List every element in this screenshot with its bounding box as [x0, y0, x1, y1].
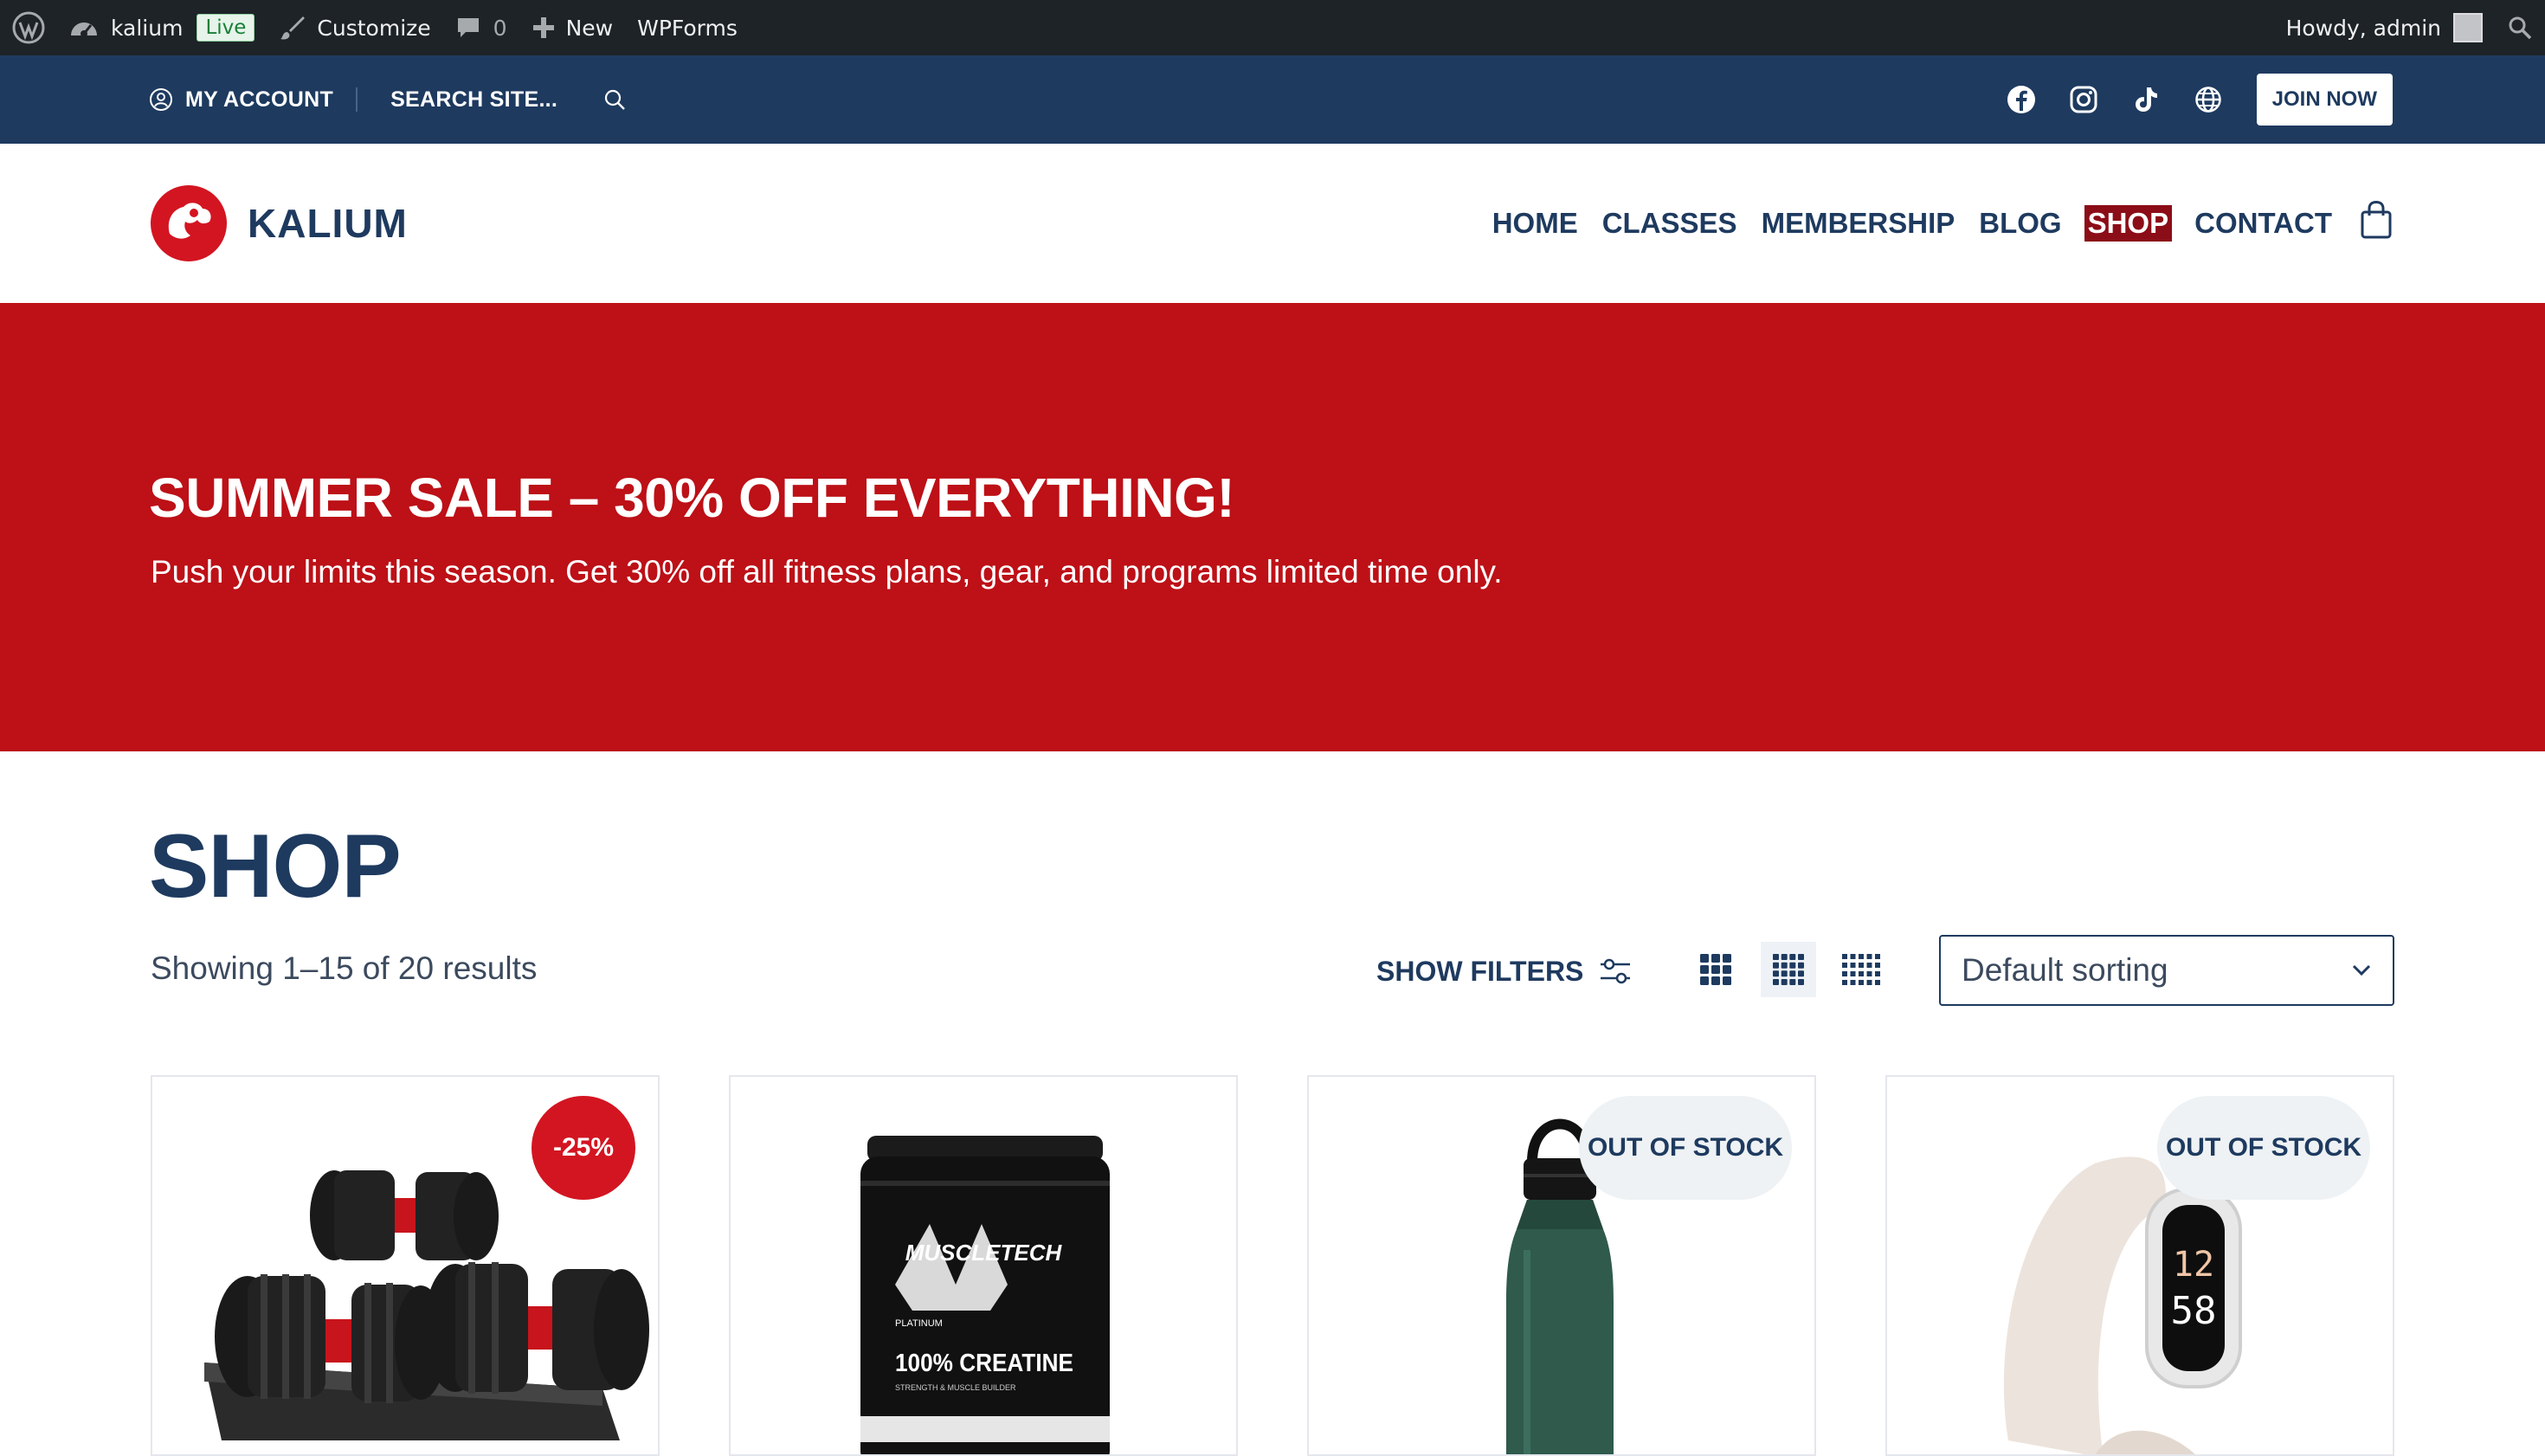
- show-filters-button[interactable]: SHOW FILTERS: [1376, 933, 1632, 1009]
- admin-bar-right: Howdy, admin: [2274, 0, 2545, 55]
- out-of-stock-badge: OUT OF STOCK: [1579, 1096, 1792, 1200]
- comments-count: 0: [493, 15, 507, 41]
- brand-name: MUSCLETECH: [905, 1240, 1063, 1266]
- nav-contact[interactable]: CONTACT: [2193, 205, 2334, 242]
- wpforms-menu[interactable]: WPForms: [625, 0, 750, 55]
- comment-icon: [457, 18, 479, 37]
- grid-4-columns-icon[interactable]: [1761, 942, 1816, 997]
- wp-admin-bar: kalium Live Customize 0 New WPForms Howd…: [0, 0, 2545, 55]
- howdy-text: Howdy, admin: [2285, 15, 2441, 41]
- tagline: STRENGTH & MUSCLE BUILDER: [895, 1383, 1016, 1392]
- my-account-menu[interactable]: Howdy, admin: [2274, 0, 2495, 55]
- customize-link[interactable]: Customize: [267, 0, 442, 55]
- main-nav: HOME CLASSES MEMBERSHIP BLOG SHOP CONTAC…: [1470, 144, 2393, 303]
- creatine-tub-image: MUSCLETECH PLATINUM 100% CREATINE STRENG…: [860, 1136, 1110, 1454]
- top-bar-left: MY ACCOUNT SEARCH SITE...: [149, 55, 627, 144]
- search-icon[interactable]: [602, 87, 627, 112]
- grid-3-columns-icon[interactable]: [1688, 942, 1743, 997]
- plus-icon: [532, 17, 554, 38]
- live-badge: Live: [197, 14, 255, 42]
- new-content-menu[interactable]: New: [519, 0, 626, 55]
- customize-label: Customize: [317, 15, 431, 41]
- nav-membership[interactable]: MEMBERSHIP: [1760, 205, 1957, 242]
- shopping-bag-icon[interactable]: [2360, 200, 2393, 247]
- tier-label: PLATINUM: [895, 1318, 943, 1329]
- search-icon: [2509, 16, 2532, 40]
- new-label: New: [565, 15, 614, 41]
- product-card[interactable]: 12 58 OUT OF STOCK: [1885, 1075, 2394, 1456]
- tracker-minutes: 58: [2171, 1289, 2217, 1333]
- top-bar-right: JOIN NOW: [1976, 55, 2393, 144]
- search-input[interactable]: SEARCH SITE...: [390, 87, 557, 113]
- site-logo[interactable]: KALIUM: [149, 184, 408, 263]
- top-bar: MY ACCOUNT SEARCH SITE... JOIN NOW: [0, 55, 2545, 144]
- product-card[interactable]: -25%: [151, 1075, 660, 1456]
- nav-shop[interactable]: SHOP: [2084, 205, 2173, 242]
- nav-classes[interactable]: CLASSES: [1601, 205, 1739, 242]
- grid-5-columns-icon[interactable]: [1833, 942, 1889, 997]
- comments-link[interactable]: 0: [443, 0, 519, 55]
- sorting-value: Default sorting: [1962, 952, 2168, 988]
- product-card[interactable]: MUSCLETECH PLATINUM 100% CREATINE STRENG…: [729, 1075, 1238, 1456]
- sale-badge: -25%: [532, 1096, 635, 1200]
- site-name-menu[interactable]: kalium Live: [57, 0, 267, 55]
- nav-home[interactable]: HOME: [1491, 205, 1580, 242]
- out-of-stock-badge: OUT OF STOCK: [2157, 1096, 2370, 1200]
- promo-banner: SUMMER SALE – 30% OFF EVERYTHING! Push y…: [0, 303, 2545, 751]
- site-name: kalium: [111, 15, 184, 41]
- kalium-logo-icon: [151, 185, 227, 261]
- filter-sliders-icon: [1601, 958, 1631, 984]
- page-title: SHOP: [149, 816, 402, 917]
- join-now-button[interactable]: JOIN NOW: [2256, 74, 2393, 126]
- avatar: [2453, 13, 2483, 42]
- product-name: 100% CREATINE: [895, 1350, 1073, 1377]
- nav-blog[interactable]: BLOG: [1977, 205, 2063, 242]
- chevron-down-icon: [2352, 964, 2371, 976]
- promo-title: SUMMER SALE – 30% OFF EVERYTHING!: [149, 467, 1235, 529]
- facebook-icon[interactable]: [2004, 82, 2039, 117]
- promo-subtitle: Push your limits this season. Get 30% of…: [151, 554, 1503, 589]
- wordpress-logo-icon[interactable]: [0, 0, 57, 55]
- wpforms-label: WPForms: [637, 15, 738, 41]
- tiktok-icon[interactable]: [2129, 82, 2163, 117]
- divider: [356, 87, 358, 112]
- my-account-link[interactable]: MY ACCOUNT: [185, 87, 333, 113]
- globe-icon[interactable]: [2191, 82, 2226, 117]
- dashboard-icon: [71, 23, 97, 37]
- result-count: Showing 1–15 of 20 results: [151, 950, 538, 986]
- tracker-hours: 12: [2173, 1245, 2214, 1285]
- admin-search-button[interactable]: [2495, 0, 2545, 55]
- user-icon: [150, 88, 172, 111]
- product-card[interactable]: OUT OF STOCK: [1307, 1075, 1816, 1456]
- grid-columns-switcher: [1688, 942, 1906, 997]
- site-header: KALIUM HOME CLASSES MEMBERSHIP BLOG SHOP…: [0, 144, 2545, 303]
- logo-text: KALIUM: [248, 201, 408, 246]
- sorting-select[interactable]: Default sorting: [1939, 935, 2394, 1006]
- instagram-icon[interactable]: [2066, 82, 2101, 117]
- brush-icon: [280, 16, 306, 40]
- show-filters-label: SHOW FILTERS: [1376, 955, 1584, 987]
